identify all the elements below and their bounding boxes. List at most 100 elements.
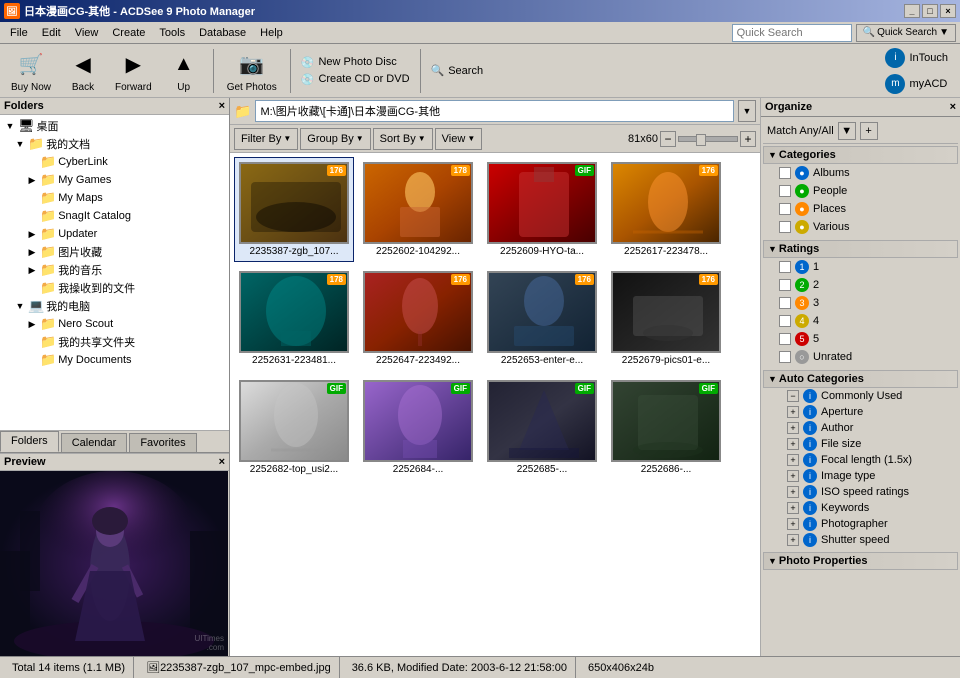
rating-5[interactable]: 5 5 <box>763 330 958 348</box>
ratings-header[interactable]: ▼ Ratings <box>763 240 958 258</box>
tree-toggle[interactable]: ▶ <box>26 265 38 276</box>
menu-view[interactable]: View <box>69 25 105 41</box>
address-dropdown-button[interactable]: ▼ <box>738 100 756 122</box>
menu-tools[interactable]: Tools <box>153 25 191 41</box>
window-controls[interactable]: _ □ × <box>904 4 956 18</box>
organize-close-button[interactable]: × <box>950 101 956 113</box>
group-by-button[interactable]: Group By ▼ <box>300 128 370 150</box>
up-button[interactable]: ▲ Up <box>161 43 207 98</box>
quick-search-input[interactable] <box>732 24 852 42</box>
commonly-used-expand[interactable]: − <box>787 390 799 402</box>
tree-item-mydocs2[interactable]: 📁 My Documents <box>2 351 227 369</box>
zoom-minus-button[interactable]: − <box>660 131 676 147</box>
rating4-checkbox[interactable] <box>779 315 791 327</box>
albums-checkbox[interactable] <box>779 167 791 179</box>
tree-item-desktop[interactable]: ▼ 🖥 桌面 <box>2 117 227 135</box>
menu-database[interactable]: Database <box>193 25 252 41</box>
tree-item-updater[interactable]: ▶ 📁 Updater <box>2 225 227 243</box>
match-dropdown-button[interactable]: ▼ <box>838 122 856 140</box>
tree-toggle[interactable]: ▶ <box>26 319 38 330</box>
rating-2[interactable]: 2 2 <box>763 276 958 294</box>
shutter-expand[interactable]: + <box>787 534 799 546</box>
category-various[interactable]: ● Various <box>763 218 958 236</box>
rating3-checkbox[interactable] <box>779 297 791 309</box>
tree-item-downloads[interactable]: 📁 我操收到的文件 <box>2 279 227 297</box>
photographer-expand[interactable]: + <box>787 518 799 530</box>
auto-cat-commonly-used[interactable]: − i Commonly Used <box>763 388 958 404</box>
zoom-plus-button[interactable]: + <box>740 131 756 147</box>
auto-cat-aperture[interactable]: + i Aperture <box>763 404 958 420</box>
tree-toggle[interactable]: ▶ <box>26 175 38 186</box>
forward-button[interactable]: ▶ Forward <box>108 43 159 98</box>
people-checkbox[interactable] <box>779 185 791 197</box>
places-checkbox[interactable] <box>779 203 791 215</box>
create-cd-button[interactable]: 💿 Create CD or DVD <box>297 72 414 87</box>
categories-header[interactable]: ▼ Categories <box>763 146 958 164</box>
menu-edit[interactable]: Edit <box>36 25 67 41</box>
auto-cat-shutter[interactable]: + i Shutter speed <box>763 532 958 548</box>
category-places[interactable]: ● Places <box>763 200 958 218</box>
folders-close-button[interactable]: × <box>219 100 225 112</box>
auto-cat-iso[interactable]: + i ISO speed ratings <box>763 484 958 500</box>
auto-cat-filesize[interactable]: + i File size <box>763 436 958 452</box>
rating2-checkbox[interactable] <box>779 279 791 291</box>
menu-create[interactable]: Create <box>106 25 151 41</box>
tree-toggle[interactable]: ▶ <box>26 247 38 258</box>
auto-cat-keywords[interactable]: + i Keywords <box>763 500 958 516</box>
search-button[interactable]: 🔍 Search <box>427 63 488 78</box>
thumbnail-item-7[interactable]: 176 2252653-enter-e... <box>482 266 602 371</box>
tree-item-music[interactable]: ▶ 📁 我的音乐 <box>2 261 227 279</box>
thumbnail-item-6[interactable]: 176 2252647-223492... <box>358 266 478 371</box>
close-button[interactable]: × <box>940 4 956 18</box>
menu-file[interactable]: File <box>4 25 34 41</box>
filesize-expand[interactable]: + <box>787 438 799 450</box>
focal-expand[interactable]: + <box>787 454 799 466</box>
auto-cat-focal[interactable]: + i Focal length (1.5x) <box>763 452 958 468</box>
preview-close-button[interactable]: × <box>219 456 225 468</box>
maximize-button[interactable]: □ <box>922 4 938 18</box>
aperture-expand[interactable]: + <box>787 406 799 418</box>
auto-cat-photographer[interactable]: + i Photographer <box>763 516 958 532</box>
thumbnail-item-12[interactable]: GIF 2252686-... <box>606 375 726 480</box>
tab-folders[interactable]: Folders <box>0 431 59 452</box>
category-albums[interactable]: ● Albums <box>763 164 958 182</box>
thumbnail-item-8[interactable]: 176 2252679-pics01-e... <box>606 266 726 371</box>
thumbnail-item-2[interactable]: 178 2252602-104292... <box>358 157 478 262</box>
various-checkbox[interactable] <box>779 221 791 233</box>
thumbnail-item-9[interactable]: GIF 2252682-top_usi2... <box>234 375 354 480</box>
intouch-button[interactable]: i InTouch <box>881 46 952 70</box>
imagetype-expand[interactable]: + <box>787 470 799 482</box>
rating-unrated[interactable]: ○ Unrated <box>763 348 958 366</box>
rating-4[interactable]: 4 4 <box>763 312 958 330</box>
get-photos-button[interactable]: 📷 Get Photos <box>220 43 284 98</box>
thumbnail-item-3[interactable]: GIF 2252609-HYO-ta... <box>482 157 602 262</box>
new-photo-disc-button[interactable]: 💿 New Photo Disc <box>297 55 414 70</box>
tab-calendar[interactable]: Calendar <box>61 433 128 452</box>
tree-item-mygames[interactable]: ▶ 📁 My Games <box>2 171 227 189</box>
tree-toggle[interactable]: ▼ <box>14 301 26 311</box>
photo-properties-header[interactable]: ▼ Photo Properties <box>763 552 958 570</box>
thumbnail-grid[interactable]: 176 2235387-zgb_107... <box>230 153 760 656</box>
address-input[interactable] <box>255 100 734 122</box>
rating-3[interactable]: 3 3 <box>763 294 958 312</box>
sort-by-button[interactable]: Sort By ▼ <box>373 128 433 150</box>
tree-item-mycomputer[interactable]: ▼ 💻 我的电脑 <box>2 297 227 315</box>
tree-item-cyberlink[interactable]: 📁 CyberLink <box>2 153 227 171</box>
view-button[interactable]: View ▼ <box>435 128 483 150</box>
iso-expand[interactable]: + <box>787 486 799 498</box>
thumbnail-item-4[interactable]: 176 2252617-223478... <box>606 157 726 262</box>
thumbnail-item-1[interactable]: 176 2235387-zgb_107... <box>234 157 354 262</box>
thumbnail-item-11[interactable]: GIF 2252685-... <box>482 375 602 480</box>
auto-cat-imagetype[interactable]: + i Image type <box>763 468 958 484</box>
tree-toggle[interactable]: ▼ <box>4 121 16 131</box>
auto-cat-author[interactable]: + i Author <box>763 420 958 436</box>
match-add-button[interactable]: + <box>860 122 878 140</box>
thumbnail-item-5[interactable]: 178 2252631-223481... <box>234 266 354 371</box>
tree-item-mydocs[interactable]: ▼ 📁 我的文档 <box>2 135 227 153</box>
tree-toggle[interactable]: ▼ <box>14 139 26 149</box>
folder-tree[interactable]: ▼ 🖥 桌面 ▼ 📁 我的文档 📁 CyberLink ▶ 📁 My Games <box>0 115 229 431</box>
tree-toggle[interactable]: ▶ <box>26 229 38 240</box>
keywords-expand[interactable]: + <box>787 502 799 514</box>
back-button[interactable]: ◀ Back <box>60 43 106 98</box>
unrated-checkbox[interactable] <box>779 351 791 363</box>
